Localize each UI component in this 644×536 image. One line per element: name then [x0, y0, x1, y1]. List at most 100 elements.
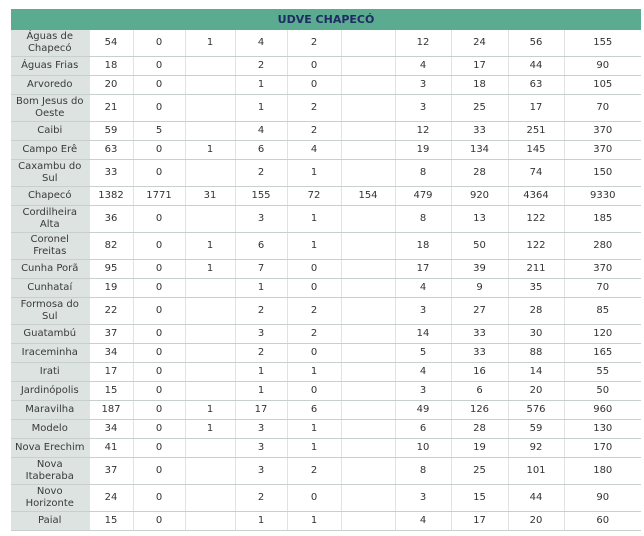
table-cell: 59	[508, 419, 565, 439]
table-cell: 1	[235, 75, 288, 95]
table-cell: 7	[235, 259, 288, 279]
table-cell: 25	[451, 94, 509, 122]
municipality-name: Formosa do Sul	[11, 297, 90, 325]
table-row: Modelo 34 0 1 3 1 6 28 59 130	[11, 419, 641, 439]
table-cell	[341, 362, 396, 382]
table-cell: 41	[89, 438, 134, 458]
table-row: Caibi 59 5 4 2 12 33 251 370	[11, 121, 641, 141]
table-cell	[185, 121, 236, 141]
table-cell: 8	[395, 159, 452, 187]
table-cell: 1	[185, 259, 236, 279]
table-cell: 576	[508, 400, 565, 420]
table-cell	[341, 438, 396, 458]
table-cell: 1	[185, 232, 236, 260]
municipality-name: Nova Erechim	[11, 438, 90, 458]
table-cell: 0	[287, 75, 342, 95]
table-cell: 28	[451, 159, 509, 187]
table-cell	[341, 297, 396, 325]
table-cell	[341, 324, 396, 344]
table-cell: 4	[235, 121, 288, 141]
table-cell: 13	[451, 205, 509, 233]
table-cell: 0	[133, 297, 186, 325]
table-cell: 211	[508, 259, 565, 279]
table-cell: 4	[395, 362, 452, 382]
table-cell: 920	[451, 186, 509, 206]
table-row: Cunhataí 19 0 1 0 4 9 35 70	[11, 278, 641, 298]
municipality-name: Caibi	[11, 121, 90, 141]
table-cell: 72	[287, 186, 342, 206]
table-cell: 3	[235, 457, 288, 485]
table-cell: 3	[235, 205, 288, 233]
table-cell: 34	[89, 419, 134, 439]
table-cell: 17	[451, 511, 509, 531]
table-cell: 0	[133, 343, 186, 363]
table-cell	[341, 400, 396, 420]
table-cell: 33	[451, 121, 509, 141]
municipality-name: Nova Itaberaba	[11, 457, 90, 485]
table-cell: 2	[287, 121, 342, 141]
table-cell: 170	[564, 438, 641, 458]
municipality-name: Bom Jesus do Oeste	[11, 94, 90, 122]
table-cell: 0	[133, 94, 186, 122]
table-cell: 6	[451, 381, 509, 401]
table-cell: 20	[508, 511, 565, 531]
table-cell: 17	[235, 400, 288, 420]
table-cell	[341, 457, 396, 485]
table-cell: 0	[133, 259, 186, 279]
table-cell: 370	[564, 259, 641, 279]
table-cell: 1382	[89, 186, 134, 206]
table-cell: 1	[287, 362, 342, 382]
table-cell: 39	[451, 259, 509, 279]
table-cell: 1	[287, 159, 342, 187]
table-cell: 2	[235, 484, 288, 512]
table-cell	[185, 343, 236, 363]
table-cell: 8	[395, 457, 452, 485]
table-cell: 0	[287, 484, 342, 512]
table-cell: 31	[185, 186, 236, 206]
table-cell: 55	[564, 362, 641, 382]
municipality-name: Irati	[11, 362, 90, 382]
table-cell: 24	[89, 484, 134, 512]
table-row: Águas de Chapecó 54 0 1 4 2 12 24 56 155	[11, 30, 641, 57]
table-cell: 130	[564, 419, 641, 439]
table-cell: 33	[89, 159, 134, 187]
table-cell: 960	[564, 400, 641, 420]
table-row: Campo Erê 63 0 1 6 4 19 134 145 370	[11, 140, 641, 160]
table-cell: 126	[451, 400, 509, 420]
table-cell: 36	[89, 205, 134, 233]
table-cell	[341, 30, 396, 57]
table-cell: 19	[89, 278, 134, 298]
table-cell	[185, 381, 236, 401]
table-cell: 4	[395, 511, 452, 531]
table-cell: 0	[133, 140, 186, 160]
municipality-name: Guatambú	[11, 324, 90, 344]
table-cell: 0	[133, 438, 186, 458]
table-cell: 0	[133, 75, 186, 95]
table-cell: 90	[564, 56, 641, 76]
table-cell: 33	[451, 343, 509, 363]
table-cell: 180	[564, 457, 641, 485]
table-cell: 50	[451, 232, 509, 260]
table-cell: 50	[564, 381, 641, 401]
municipality-name: Maravilha	[11, 400, 90, 420]
table-cell: 165	[564, 343, 641, 363]
table-cell: 0	[133, 381, 186, 401]
table-cell	[185, 278, 236, 298]
table-cell: 2	[287, 94, 342, 122]
table-cell: 30	[508, 324, 565, 344]
table-cell	[341, 205, 396, 233]
table-cell: 49	[395, 400, 452, 420]
table-cell	[185, 297, 236, 325]
table-cell: 82	[89, 232, 134, 260]
table-cell: 18	[451, 75, 509, 95]
table-cell: 0	[133, 30, 186, 57]
table-cell: 14	[508, 362, 565, 382]
table-row: Nova Erechim 41 0 3 1 10 19 92 170	[11, 438, 641, 458]
table-cell	[185, 94, 236, 122]
table-cell: 0	[287, 259, 342, 279]
municipality-name: Cunhataí	[11, 278, 90, 298]
table-row: Irati 17 0 1 1 4 16 14 55	[11, 362, 641, 382]
table-cell: 370	[564, 121, 641, 141]
table-cell: 28	[508, 297, 565, 325]
table-cell: 28	[451, 419, 509, 439]
